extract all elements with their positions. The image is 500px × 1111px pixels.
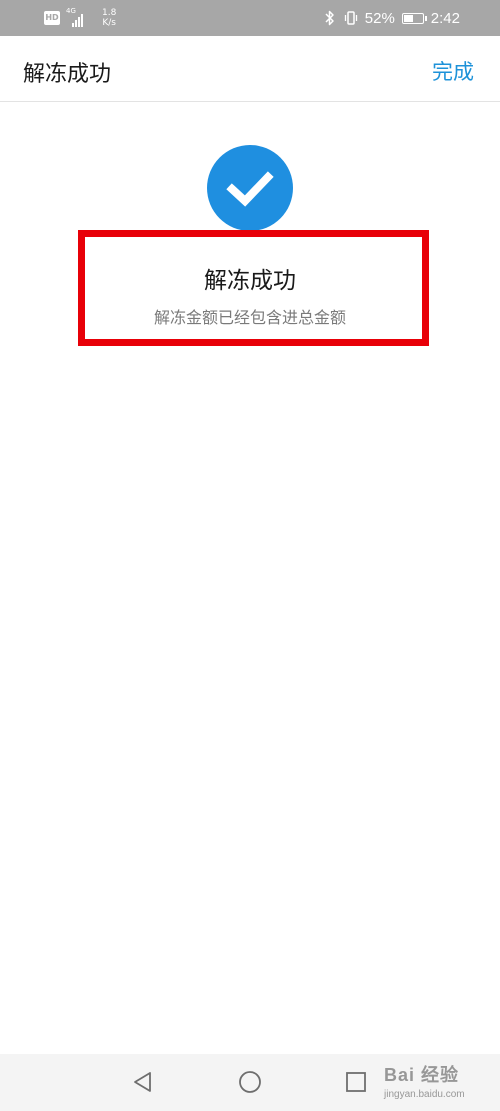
status-bar: HD 4G 1.8 K/s 52% 2:42: [0, 0, 500, 36]
recents-square-icon: [346, 1072, 366, 1092]
back-button[interactable]: [130, 1069, 156, 1095]
recents-button[interactable]: [343, 1069, 369, 1095]
hd-badge: HD: [44, 11, 60, 25]
status-right-group: 52% 2:42: [323, 9, 460, 27]
done-button[interactable]: 完成: [432, 56, 474, 86]
network-speed-unit: K/s: [102, 18, 116, 28]
battery-icon: [401, 12, 427, 24]
watermark-main: Bai 经验: [384, 1065, 460, 1085]
result-description: 解冻金额已经包含进总金额: [153, 308, 346, 327]
network-signal-icon: 4G: [66, 7, 88, 27]
vibrate-icon: [344, 11, 357, 25]
page-title: 解冻成功: [23, 62, 112, 87]
watermark: Bai 经验 jingyan.baidu.com: [384, 1061, 465, 1100]
network-speed-value: 1.8: [102, 8, 117, 18]
home-circle-icon: [239, 1071, 261, 1093]
home-button[interactable]: [237, 1069, 263, 1095]
check-icon: [226, 171, 274, 207]
battery-percent: 52%: [364, 9, 395, 27]
success-check-icon: [207, 145, 293, 231]
battery-fill: [403, 14, 413, 22]
signal-bars-icon: [72, 14, 83, 27]
back-triangle-icon: [134, 1072, 151, 1092]
watermark-sub: jingyan.baidu.com: [384, 1089, 465, 1100]
network-speed: 1.8 K/s: [102, 8, 116, 28]
bluetooth-icon: [325, 10, 334, 26]
status-left-group: HD 4G 1.8 K/s: [44, 7, 116, 28]
app-bar: 解冻成功 完成: [0, 36, 500, 102]
clock: 2:42: [430, 9, 460, 27]
result-title: 解冻成功: [204, 268, 296, 294]
